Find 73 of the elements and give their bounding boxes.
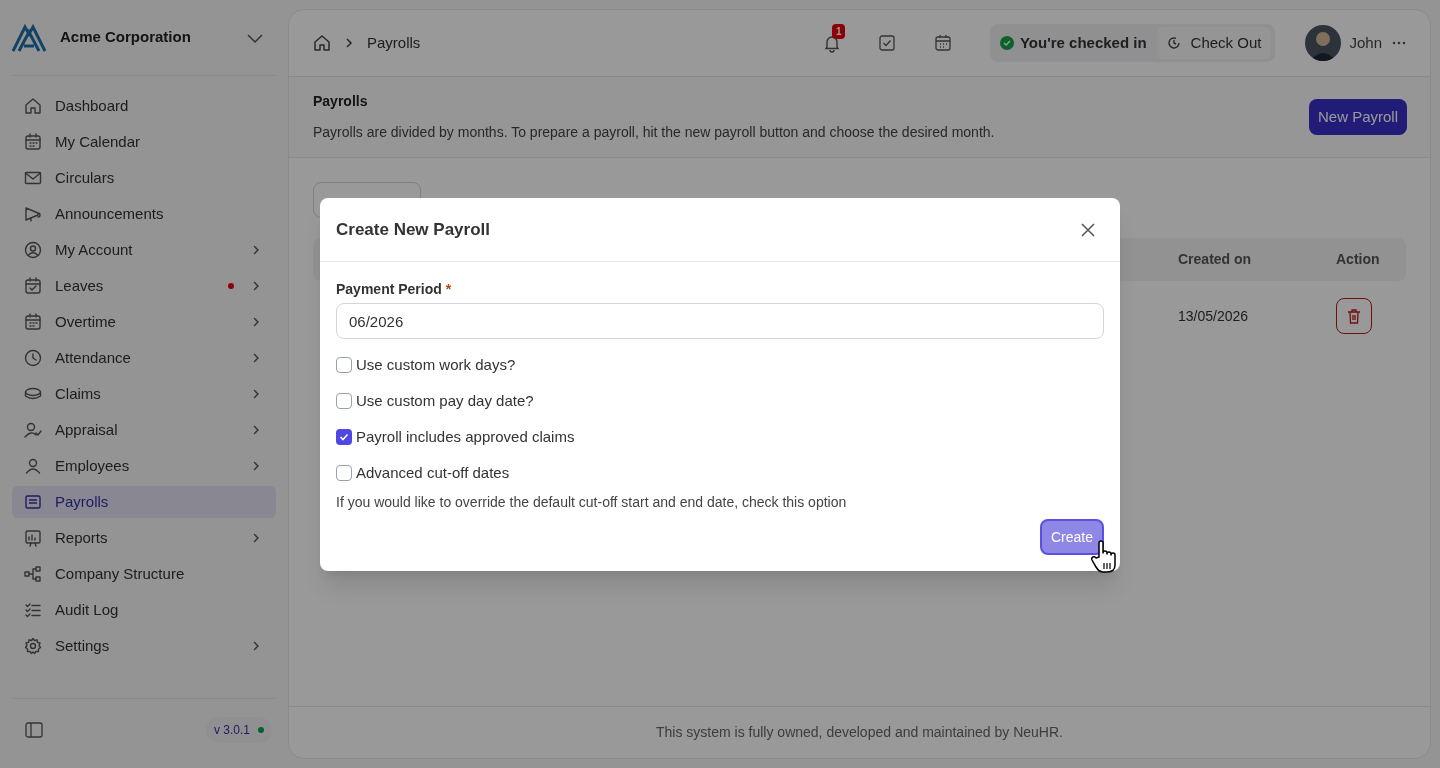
gear-icon	[24, 637, 42, 655]
check-icon	[338, 431, 350, 443]
calendar-icon	[24, 313, 42, 331]
envelope-icon	[24, 169, 42, 187]
user-circle-icon	[24, 241, 42, 259]
sidebar-item[interactable]: Appraisal	[12, 414, 276, 446]
sidebar-item[interactable]: Company Structure	[12, 558, 276, 590]
checkbox[interactable]	[336, 465, 352, 481]
new-payroll-button[interactable]: New Payroll	[1308, 99, 1407, 135]
sidebar-item[interactable]: My Calendar	[12, 126, 276, 158]
sidebar-item[interactable]: Claims	[12, 378, 276, 410]
sidebar-item[interactable]: Dashboard	[12, 90, 276, 122]
sidebar-item[interactable]: Announcements	[12, 198, 276, 230]
version-text: v 3.0.1	[213, 721, 250, 739]
sidebar-item[interactable]: Attendance	[12, 342, 276, 374]
megaphone-icon	[24, 205, 42, 223]
sidebar-item[interactable]: Audit Log	[12, 594, 276, 626]
checkbox-label[interactable]: Use custom work days?	[356, 353, 516, 377]
company-name: Acme Corporation	[60, 27, 191, 48]
chart-icon	[24, 529, 42, 547]
trash-icon	[1346, 308, 1362, 324]
calendar-icon[interactable]	[933, 34, 952, 52]
sidebar-item[interactable]: Employees	[12, 450, 276, 482]
check-circle-icon	[999, 36, 1014, 50]
checklist-icon	[24, 601, 42, 619]
column-header: Created on	[1178, 250, 1253, 269]
field-label: Payment Period	[336, 280, 442, 299]
sidebar-item[interactable]: Leaves	[12, 270, 276, 302]
checkbox[interactable]	[336, 429, 352, 445]
delete-button[interactable]	[1336, 298, 1372, 334]
user-check-icon	[24, 421, 42, 439]
sidebar-item[interactable]: Payrolls	[12, 486, 276, 518]
more-icon[interactable]	[1392, 41, 1406, 45]
hierarchy-icon	[24, 565, 42, 583]
home-icon[interactable]	[313, 34, 331, 52]
sidebar-toggle-icon[interactable]	[25, 721, 43, 738]
modal-title: Create New Payroll	[336, 218, 490, 241]
sidebar-item[interactable]: Circulars	[12, 162, 276, 194]
page-description: Payrolls are divided by months. To prepare a payroll, hit the new payroll button and choose the desired month.	[313, 123, 995, 142]
sidebar-item[interactable]: Settings	[12, 630, 276, 662]
checkbox-label[interactable]: Use custom pay day date?	[356, 389, 534, 413]
clock-icon	[1166, 36, 1181, 50]
sidebar-item[interactable]: Overtime	[12, 306, 276, 338]
calendar-icon	[24, 133, 42, 151]
table-cell-text: 13/05/2026	[1178, 306, 1250, 326]
page-title: Payrolls	[313, 92, 369, 111]
breadcrumb-link[interactable]: Payrolls	[367, 31, 421, 55]
close-icon[interactable]	[1080, 221, 1096, 238]
list-icon	[24, 493, 42, 511]
checkbox-label[interactable]: Advanced cut-off dates	[356, 461, 510, 485]
checkbox-icon[interactable]	[877, 34, 896, 52]
checkbox-label[interactable]: Payroll includes approved claims	[356, 425, 575, 449]
footer-text: This system is fully owned, developed and maintained by NeuHR.	[656, 723, 1063, 742]
chevron-right-icon	[343, 37, 355, 49]
create-button[interactable]: Create	[1039, 519, 1104, 555]
user-name: John	[1349, 32, 1382, 53]
sidebar-item[interactable]: My Account	[12, 234, 276, 266]
help-text: If you would like to override the default cut-off start and end date, check this option	[336, 493, 848, 512]
home-icon	[24, 97, 42, 115]
clock-icon	[24, 349, 42, 367]
column-header: Action	[1336, 250, 1381, 269]
required-asterisk: *	[445, 280, 452, 299]
payment-period-field[interactable]: 06/2026	[336, 303, 1104, 339]
logo-icon	[12, 23, 46, 52]
check-out-button[interactable]: Check Out	[1156, 27, 1272, 59]
sidebar-item[interactable]: Reports	[12, 522, 276, 554]
calendar-check-icon	[24, 277, 42, 295]
notification-badge: 1	[831, 24, 846, 39]
check-in-status: You're checked in	[1019, 32, 1147, 53]
user-avatar[interactable]	[1305, 25, 1342, 61]
checkbox[interactable]	[336, 357, 352, 373]
user-icon	[24, 457, 42, 475]
checkbox[interactable]	[336, 393, 352, 409]
